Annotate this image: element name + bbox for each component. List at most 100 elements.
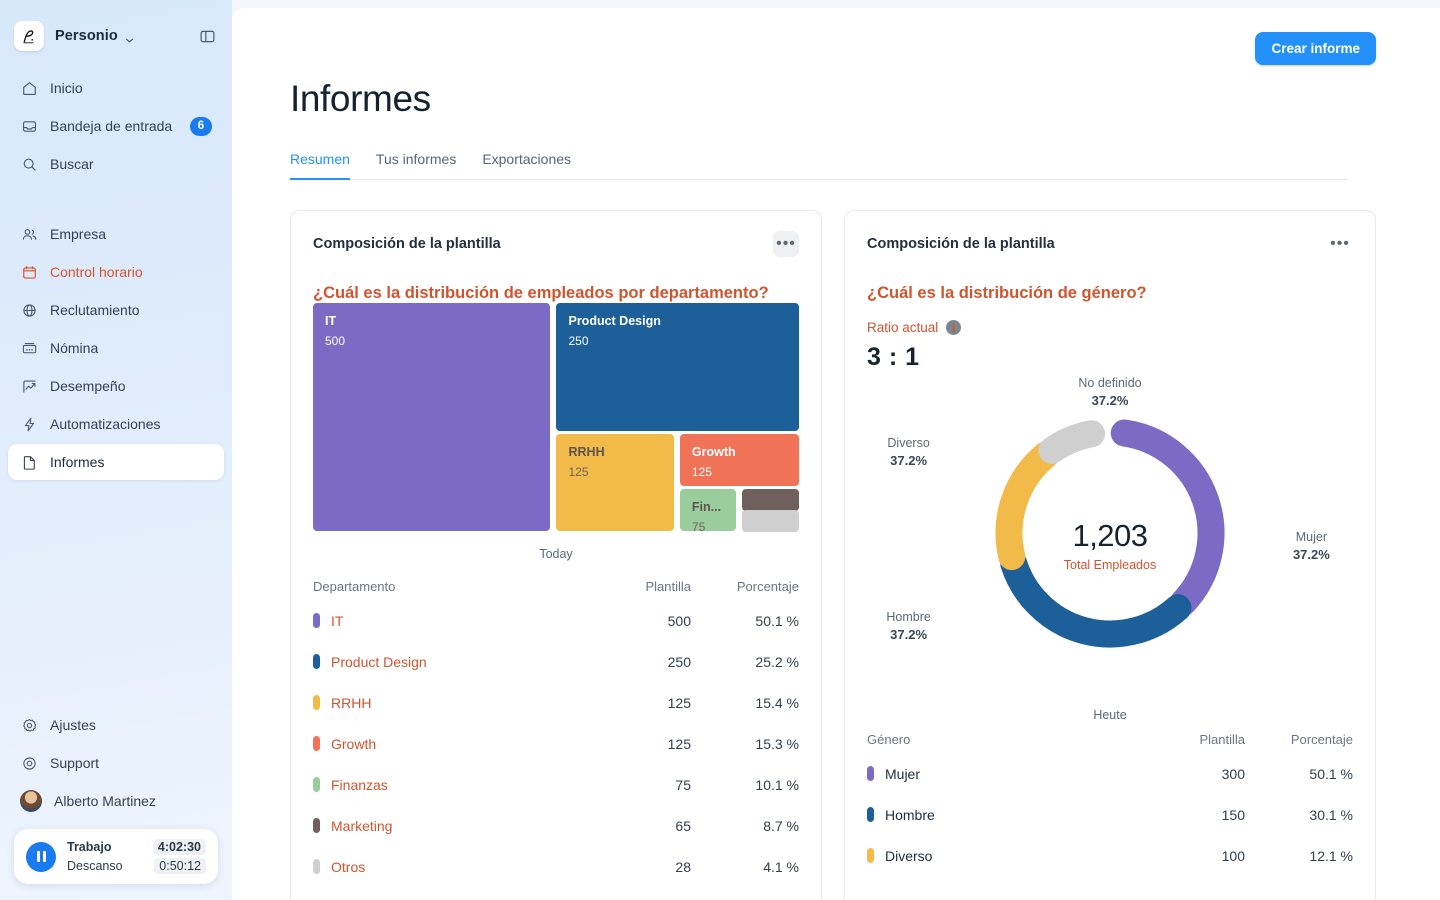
donut-segment[interactable] [1000, 550, 1192, 648]
tracker-work-row: Trabajo 4:02:30 [67, 839, 206, 855]
sidebar-item-label: Empresa [50, 226, 107, 242]
row-label[interactable]: Growth [331, 736, 376, 752]
globe-icon [20, 301, 38, 319]
row-percentage: 25.2 % [755, 653, 799, 670]
sidebar-item-support[interactable]: Support [8, 745, 224, 781]
card-question: ¿Cuál es la distribución de género? [867, 284, 1147, 302]
department-table: Departamento Plantilla Porcentaje IT 500 5… [291, 561, 821, 887]
table-row[interactable]: Diverso 100 12.1 % [867, 835, 1353, 876]
row-percentage: 15.3 % [755, 735, 799, 752]
row-label[interactable]: RRHH [331, 695, 371, 711]
sidebar-item-label: Inicio [50, 80, 83, 96]
treemap-tile[interactable] [742, 488, 799, 511]
tab-exportaciones[interactable]: Exportaciones [482, 151, 571, 179]
row-label[interactable]: IT [331, 613, 343, 629]
treemap-tile[interactable]: RRHH 125 [556, 434, 675, 531]
donut-label-name: Hombre [886, 610, 931, 625]
sidebar-item-inicio[interactable]: Inicio [8, 70, 224, 106]
row-name-cell: Growth [313, 736, 581, 752]
donut-chart: 1,203 Total Empleados No definido 37.2% Di… [845, 376, 1375, 708]
search-icon [20, 155, 38, 173]
row-label[interactable]: Finanzas [331, 777, 388, 793]
row-percentage: 8.7 % [763, 817, 799, 834]
table-row[interactable]: Growth 125 15.3 % [313, 723, 799, 764]
row-label: Diverso [885, 847, 933, 864]
sidebar-item-buscar[interactable]: Buscar [8, 146, 224, 182]
sidebar-item-reclutamiento[interactable]: Reclutamiento [8, 292, 224, 328]
table-row[interactable]: Otros 28 4.1 % [313, 846, 799, 887]
card-header: Composición de la plantilla ••• [845, 211, 1375, 257]
donut-label-name: No definido [1078, 376, 1142, 391]
row-name-cell: Product Design [313, 654, 581, 670]
sidebar-item-nomina[interactable]: Nómina [8, 330, 224, 366]
color-swatch-icon [313, 818, 320, 833]
treemap-tile[interactable]: Product Design 250 [556, 303, 799, 431]
treemap-tile[interactable]: IT 500 [313, 303, 551, 531]
table-row[interactable]: Mujer 300 50.1 % [867, 753, 1353, 794]
color-swatch-icon [313, 613, 320, 628]
row-percentage: 15.4 % [755, 694, 799, 711]
table-row[interactable]: Hombre 150 30.1 % [867, 794, 1353, 835]
table-header-row: Departamento Plantilla Porcentaje [313, 579, 799, 600]
table-row[interactable]: IT 500 50.1 % [313, 600, 799, 641]
table-row[interactable]: Product Design 250 25.2 % [313, 641, 799, 682]
treemap-tile-value: 75 [691, 519, 706, 531]
row-headcount: 75 [675, 776, 691, 793]
sidebar-item-automatizaciones[interactable]: Automatizaciones [8, 406, 224, 442]
kebab-menu-icon[interactable]: ••• [773, 231, 799, 257]
time-tracker-widget[interactable]: Trabajo 4:02:30 Descanso 0:50:12 [14, 829, 218, 884]
brand-name: Personio [55, 28, 118, 44]
personio-logo-icon [14, 21, 44, 51]
row-headcount: 150 [1221, 806, 1245, 823]
donut-label: No definido 37.2% [1078, 374, 1141, 410]
sidebar-item-ajustes[interactable]: Ajustes [8, 707, 224, 743]
card-question: ¿Cuál es la distribución de empleados po… [313, 284, 769, 302]
row-percentage: 50.1 % [755, 612, 799, 629]
row-name-cell: Mujer [867, 766, 1135, 782]
ratio-value: 3 : 1 [867, 343, 920, 372]
treemap-tile[interactable]: Growth 125 [679, 434, 799, 487]
card-title: Composición de la plantilla [313, 236, 501, 252]
donut-segment[interactable] [1038, 420, 1106, 465]
table-header-row: Género Plantilla Porcentaje [867, 732, 1353, 753]
sidebar-item-control-horario[interactable]: Control horario [8, 254, 224, 290]
col-departamento: Departamento [313, 579, 396, 594]
row-headcount: 100 [1221, 847, 1245, 864]
sidebar-item-desempeno[interactable]: Desempeño [8, 368, 224, 404]
row-label[interactable]: Otros [331, 859, 365, 875]
tracker-break-row: Descanso 0:50:12 [67, 858, 206, 874]
row-headcount: 28 [675, 858, 691, 875]
treemap-tile[interactable] [742, 510, 799, 533]
treemap-tile[interactable]: Fin... 75 [679, 488, 737, 531]
treemap-tile-label: IT [325, 314, 337, 328]
row-label[interactable]: Product Design [331, 654, 427, 670]
row-label: Hombre [885, 806, 935, 823]
treemap-tile-label: RRHH [568, 445, 605, 460]
sidebar-collapse-toggle[interactable] [196, 25, 218, 47]
sidebar-item-label: Desempeño [50, 378, 126, 394]
tab-resumen[interactable]: Resumen [290, 151, 350, 180]
row-name-cell: Marketing [313, 818, 581, 834]
lifebuoy-icon [20, 754, 38, 772]
create-report-button[interactable]: Crear informe [1255, 32, 1376, 65]
pause-icon[interactable] [26, 841, 56, 872]
table-row[interactable]: RRHH 125 15.4 % [313, 682, 799, 723]
row-label[interactable]: Marketing [331, 818, 392, 834]
user-name: Alberto Martinez [54, 793, 156, 809]
kebab-menu-icon[interactable]: ••• [1327, 231, 1353, 257]
sidebar-item-user[interactable]: Alberto Martinez [8, 783, 224, 819]
table-row[interactable]: Marketing 65 8.7 % [313, 805, 799, 846]
table-row[interactable]: Finanzas 75 10.1 % [313, 764, 799, 805]
tab-tus-informes[interactable]: Tus informes [376, 151, 456, 179]
donut-label: Diverso 37.2% [887, 434, 929, 470]
tracker-work-label: Trabajo [67, 840, 112, 854]
chevron-down-icon[interactable] [125, 32, 134, 43]
col-porcentaje: Porcentaje [1290, 732, 1353, 748]
sidebar-item-informes[interactable]: Informes [8, 444, 224, 480]
info-icon[interactable]: i [946, 320, 962, 336]
row-label: Mujer [885, 765, 921, 782]
donut-segment[interactable] [1110, 419, 1225, 617]
sidebar-item-bandeja-de-entrada[interactable]: Bandeja de entrada 6 [8, 108, 224, 144]
sidebar-item-empresa[interactable]: Empresa [8, 216, 224, 252]
donut-segment[interactable] [995, 441, 1060, 571]
